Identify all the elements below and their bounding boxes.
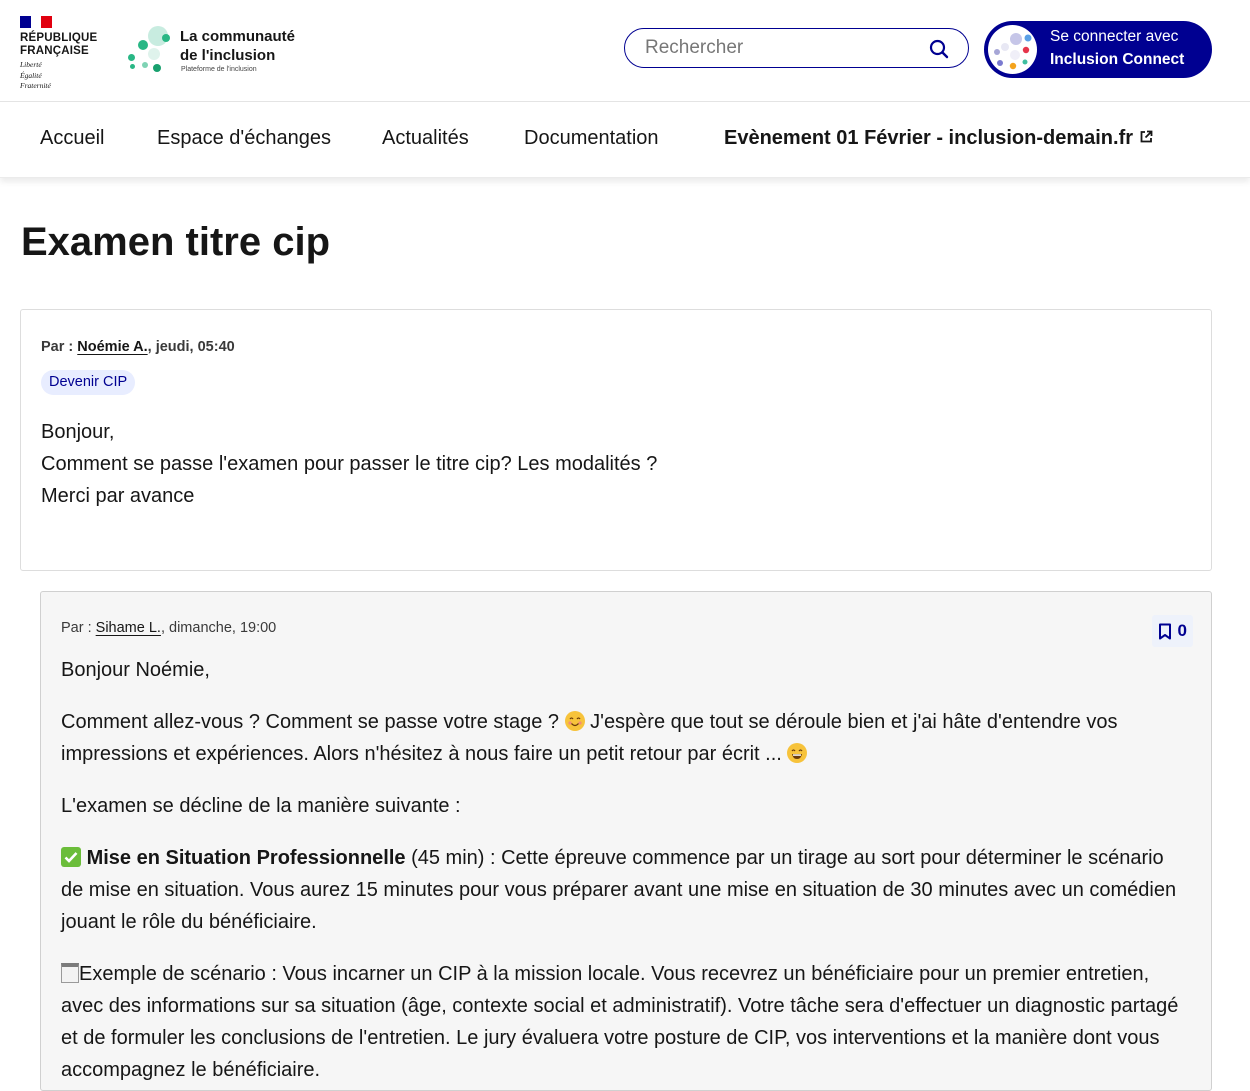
post-line: Bonjour, — [41, 421, 115, 443]
bookmark-button[interactable]: 0 — [1151, 615, 1193, 647]
republique-francaise-logo[interactable]: RÉPUBLIQUE FRANÇAISE Liberté Égalité Fra… — [20, 16, 110, 90]
reply-by-label: Par : — [61, 620, 92, 636]
nav-item-accueil[interactable]: Accueil — [40, 127, 104, 150]
reply-body: Bonjour Noémie, Comment allez-vous ? Com… — [61, 654, 1189, 1090]
devise-line-2: Égalité — [20, 70, 42, 80]
devise-line-1: Liberté — [20, 60, 42, 69]
site-header: RÉPUBLIQUE FRANÇAISE Liberté Égalité Fra… — [0, 0, 1250, 102]
search-bar — [624, 28, 969, 68]
external-link-icon — [1140, 130, 1153, 143]
post-body: Bonjour, Comment se passe l'examen pour … — [41, 416, 1181, 512]
reply-strong: Mise en Situation Professionnelle — [86, 847, 406, 869]
reply-author-link[interactable]: Sihame L. — [96, 620, 161, 636]
brand-title: La communauté de l'inclusion — [180, 27, 295, 65]
nav-item-actualites[interactable]: Actualités — [382, 127, 469, 150]
brand-subtitle: Plateforme de l'inclusion — [181, 66, 257, 73]
search-button[interactable] — [928, 38, 950, 60]
brand-title-line-1: La communauté — [180, 28, 296, 45]
reply-text: Exemple de scénario : Vous incarner un C… — [61, 963, 1179, 1081]
reply-paragraph: Exemple de scénario : Vous incarner un C… — [61, 958, 1189, 1086]
reply-date: , dimanche, 19:00 — [160, 620, 277, 636]
grinning-face-emoji-icon — [787, 743, 808, 763]
post-meta: Par : Noémie A., jeudi, 05:40 — [41, 339, 235, 355]
reply-text: Comment allez-vous ? Comment se passe vo… — [61, 711, 565, 733]
gov-name-line-1: RÉPUBLIQUE — [20, 32, 98, 44]
reply-post: Par : Sihame L., dimanche, 19:00 0 Bonjo… — [40, 591, 1212, 1091]
gov-name-line-2: FRANÇAISE — [20, 45, 89, 57]
nav-item-evenement-label: Evènement 01 Février - inclusion-demain.… — [724, 127, 1134, 149]
post-date: , jeudi, 05:40 — [147, 339, 235, 355]
reply-meta: Par : Sihame L., dimanche, 19:00 — [61, 620, 276, 636]
bookmark-count: 0 — [1177, 621, 1187, 640]
post-line: Comment se passe l'examen pour passer le… — [41, 453, 658, 475]
reply-paragraph: L'examen se décline de la manière suivan… — [61, 795, 461, 817]
notepad-icon — [61, 963, 79, 983]
post-tag[interactable]: Devenir CIP — [41, 370, 136, 395]
bookmark-icon — [1158, 623, 1171, 639]
post-by-label: Par : — [41, 339, 74, 355]
brand-logo[interactable]: La communauté de l'inclusion Plateforme … — [126, 24, 316, 80]
post-line: Merci par avance — [41, 485, 195, 507]
nav-item-evenement[interactable]: Evènement 01 Février - inclusion-demain.… — [724, 127, 1153, 150]
page-title: Examen titre cip — [21, 220, 331, 264]
connect-label-line-1: Se connecter avec — [1050, 28, 1179, 45]
smiling-face-emoji-icon — [564, 711, 585, 731]
question-post: Par : Noémie A., jeudi, 05:40 Devenir CI… — [20, 309, 1212, 571]
connect-label-line-2: Inclusion Connect — [1050, 51, 1185, 68]
post-author-link[interactable]: Noémie A. — [77, 339, 147, 355]
search-icon — [929, 39, 949, 59]
flag-icon — [20, 16, 53, 28]
search-input[interactable] — [645, 37, 915, 59]
reply-paragraph: Mise en Situation Professionnelle (45 mi… — [61, 842, 1189, 938]
reply-paragraph: Comment allez-vous ? Comment se passe vo… — [61, 706, 1189, 770]
brand-dots-icon — [126, 24, 174, 76]
reply-greeting: Bonjour Noémie, — [61, 659, 210, 681]
inclusion-connect-logo-icon — [988, 25, 1037, 74]
main-navigation: Accueil Espace d'échanges Actualités Doc… — [0, 102, 1250, 178]
nav-item-espace-echanges[interactable]: Espace d'échanges — [157, 127, 331, 150]
check-mark-icon — [61, 847, 81, 867]
devise-line-3: Fraternité — [20, 81, 51, 90]
nav-item-documentation[interactable]: Documentation — [524, 127, 659, 150]
brand-title-line-2: de l'inclusion — [180, 47, 276, 64]
inclusion-connect-button[interactable]: Se connecter avec Inclusion Connect — [984, 21, 1212, 78]
